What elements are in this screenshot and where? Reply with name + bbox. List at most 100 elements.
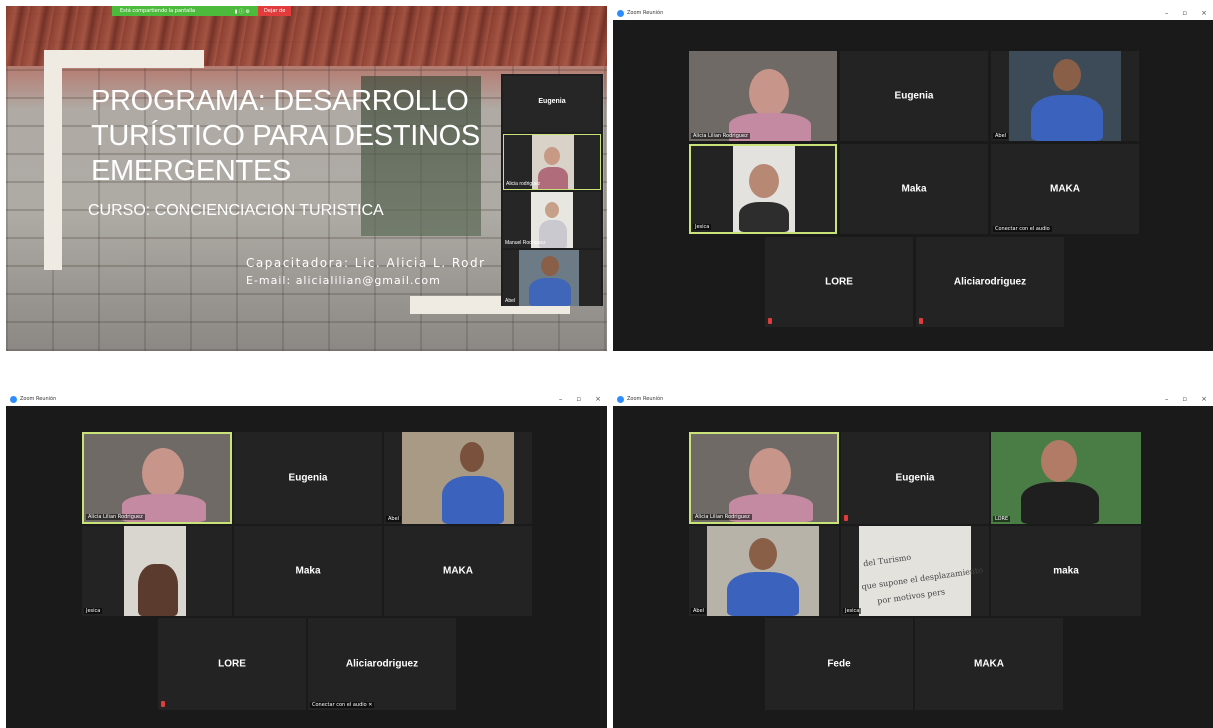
strip-tile[interactable]: Alicia rodriguez bbox=[503, 134, 601, 190]
strip-tile[interactable]: Manuel Rodriguez bbox=[503, 192, 601, 248]
window-title: Zoom Reunión bbox=[627, 396, 664, 402]
slide-email: E-mail: alicialilian@gmail.com bbox=[246, 274, 441, 287]
share-status[interactable]: Está compartiendo la pantalla ▮ ⓘ ⚙ bbox=[112, 6, 258, 16]
video-tile[interactable]: Eugenia bbox=[234, 432, 382, 524]
participant-name: Aliciarodriguez bbox=[953, 276, 1027, 288]
screen-share-toolbar: Está compartiendo la pantalla ▮ ⓘ ⚙ Deja… bbox=[112, 6, 292, 16]
video-tile[interactable]: LORE bbox=[765, 237, 913, 327]
video-tile[interactable]: del Turismo que supone el desplazamiento… bbox=[841, 526, 989, 616]
connect-audio-label[interactable]: Conectar con el audio bbox=[993, 226, 1052, 232]
participant-label: Abel bbox=[386, 516, 402, 522]
video-tile[interactable]: Fede bbox=[765, 618, 913, 710]
video-tile[interactable]: LORE bbox=[991, 432, 1141, 524]
participant-label: Abel bbox=[505, 298, 516, 304]
window-title: Zoom Reunión bbox=[20, 396, 57, 402]
window-titlebar: Zoom Reunión – ▫ × bbox=[613, 392, 1213, 406]
participant-name: MAKA bbox=[974, 658, 1004, 670]
video-tile[interactable]: Eugenia bbox=[840, 51, 988, 141]
participant-video bbox=[691, 434, 837, 522]
video-tile[interactable]: Aliciarodriguez bbox=[916, 237, 1064, 327]
participant-strip: Eugenia Alicia rodriguez Manuel Rodrigue… bbox=[501, 74, 603, 306]
participant-name: Eugenia bbox=[894, 90, 934, 102]
participant-label: Alicia rodriguez bbox=[506, 181, 541, 187]
restore-button[interactable]: ▫ bbox=[1182, 395, 1187, 403]
participant-name: Maka bbox=[901, 183, 927, 195]
paper-text-line: que supone el desplazamiento bbox=[860, 565, 984, 592]
video-tile[interactable]: Abel bbox=[991, 51, 1139, 141]
participant-name: Maka bbox=[295, 565, 321, 577]
participant-name: LORE bbox=[825, 276, 853, 288]
video-tile[interactable]: Abel bbox=[384, 432, 532, 524]
strip-tile[interactable]: Abel bbox=[503, 250, 601, 306]
participant-video bbox=[689, 51, 837, 141]
minimize-button[interactable]: – bbox=[559, 395, 563, 403]
zoom-logo-icon bbox=[617, 395, 624, 403]
participant-video bbox=[84, 434, 230, 522]
video-tile[interactable]: LORE bbox=[158, 618, 306, 710]
share-controls-icon[interactable]: ▮ ⓘ ⚙ bbox=[235, 8, 250, 15]
zoom-gallery-window: Zoom Reunión – ▫ × Alicia Lilian Rodrigu… bbox=[613, 392, 1213, 728]
video-tile[interactable]: Maka bbox=[234, 526, 382, 616]
slide-title-line: PROGRAMA: DESARROLLO bbox=[91, 85, 469, 117]
minimize-button[interactable]: – bbox=[1165, 9, 1169, 17]
muted-icon bbox=[844, 515, 848, 521]
participant-label: Jesica bbox=[843, 608, 862, 614]
participant-label: Alicia Lilian Rodriguez bbox=[691, 133, 750, 139]
video-tile[interactable]: MAKA Conectar con el audio bbox=[991, 144, 1139, 234]
participant-video bbox=[1009, 51, 1121, 141]
slide-title-line: EMERGENTES bbox=[91, 155, 292, 187]
close-button[interactable]: × bbox=[1201, 395, 1207, 403]
video-tile[interactable]: Maka bbox=[840, 144, 988, 234]
share-status-text: Está compartiendo la pantalla bbox=[120, 8, 196, 14]
participant-name: MAKA bbox=[443, 565, 473, 577]
close-button[interactable]: × bbox=[1201, 9, 1207, 17]
zoom-logo-icon bbox=[10, 395, 17, 403]
participant-video bbox=[124, 526, 186, 616]
slide-title: PROGRAMA: DESARROLLO TURÍSTICO PARA DEST… bbox=[91, 84, 511, 189]
zoom-gallery-window: Zoom Reunión – ▫ × Alicia Lilian Rodrigu… bbox=[6, 392, 607, 728]
video-tile[interactable]: Aliciarodriguez Conectar con el audio ✕ bbox=[308, 618, 456, 710]
video-tile[interactable]: Eugenia bbox=[841, 432, 989, 524]
video-tile[interactable]: maka bbox=[991, 526, 1141, 616]
video-tile[interactable]: Alicia Lilian Rodriguez bbox=[689, 51, 837, 141]
video-tile-active-speaker[interactable]: Alicia Lilian Rodriguez bbox=[689, 432, 839, 524]
restore-button[interactable]: ▫ bbox=[1182, 9, 1187, 17]
strip-tile[interactable]: Eugenia bbox=[503, 76, 601, 132]
participant-video bbox=[519, 250, 579, 306]
window-titlebar: Zoom Reunión – ▫ × bbox=[613, 6, 1213, 20]
participant-name: Eugenia bbox=[538, 98, 566, 105]
muted-icon bbox=[919, 318, 923, 324]
participant-label: Abel bbox=[691, 608, 707, 614]
restore-button[interactable]: ▫ bbox=[576, 395, 581, 403]
zoom-gallery-window: Zoom Reunión – ▫ × Alicia Lilian Rodrigu… bbox=[613, 6, 1213, 351]
slide-trainer: Capacitadora: Lic. Alicia L. Rodr bbox=[246, 256, 486, 270]
stop-share-button[interactable]: Dejar de bbox=[258, 6, 292, 16]
video-tile[interactable]: MAKA bbox=[915, 618, 1063, 710]
slide-title-line: TURÍSTICO PARA DESTINOS bbox=[91, 120, 480, 152]
video-tile-active-speaker[interactable]: Alicia Lilian Rodriguez bbox=[82, 432, 232, 524]
shared-screen-slide: PROGRAMA: DESARROLLO TURÍSTICO PARA DEST… bbox=[6, 6, 607, 351]
slide-course: CURSO: CONCIENCIACION TURISTICA bbox=[88, 202, 384, 219]
video-tile[interactable]: Abel bbox=[689, 526, 839, 616]
muted-icon bbox=[768, 318, 772, 324]
connect-audio-label[interactable]: Conectar con el audio ✕ bbox=[310, 702, 375, 708]
participant-video bbox=[733, 146, 795, 232]
video-tile[interactable]: Jesica bbox=[82, 526, 232, 616]
window-titlebar: Zoom Reunión – ▫ × bbox=[6, 392, 607, 406]
participant-name: Eugenia bbox=[288, 472, 328, 484]
zoom-logo-icon bbox=[617, 9, 624, 17]
close-button[interactable]: × bbox=[595, 395, 601, 403]
participant-label: Abel bbox=[993, 133, 1009, 139]
video-tile-active-speaker[interactable]: Jesica bbox=[689, 144, 837, 234]
participant-name: Aliciarodriguez bbox=[345, 658, 419, 670]
participant-video bbox=[402, 432, 514, 524]
paper-text-line: por motivos pers bbox=[876, 587, 946, 606]
participant-label: LORE bbox=[993, 516, 1011, 522]
participant-label: Alicia Lilian Rodriguez bbox=[86, 514, 145, 520]
slide-frame-horizontal bbox=[44, 50, 204, 68]
participant-name: MAKA bbox=[1050, 183, 1080, 195]
video-tile[interactable]: MAKA bbox=[384, 526, 532, 616]
minimize-button[interactable]: – bbox=[1165, 395, 1169, 403]
participant-name: maka bbox=[1053, 565, 1079, 577]
stop-share-label: Dejar de bbox=[264, 8, 286, 14]
